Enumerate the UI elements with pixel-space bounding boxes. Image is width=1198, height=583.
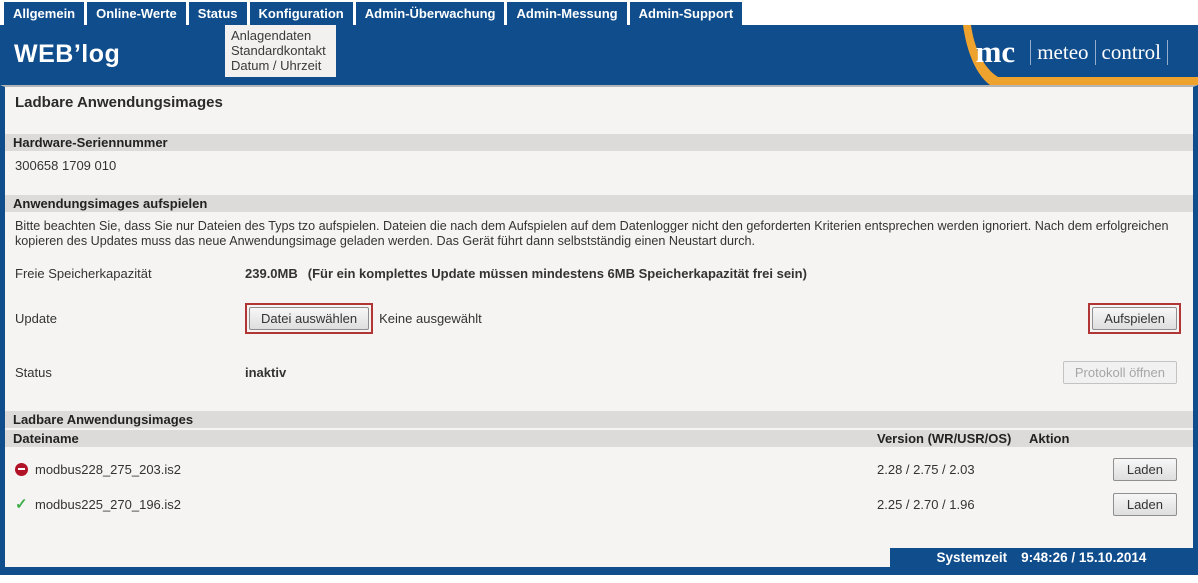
tab-admin-messung[interactable]: Admin-Messung — [507, 2, 626, 25]
tab-online-werte[interactable]: Online-Werte — [87, 2, 186, 25]
logo-separator — [1167, 40, 1168, 65]
check-icon: ✓ — [15, 498, 28, 511]
section-hardware-seriennummer: Hardware-Seriennummer — [5, 134, 1193, 151]
tab-allgemein[interactable]: Allgemein — [4, 2, 84, 25]
update-label: Update — [15, 311, 245, 326]
menu-item-datum-uhrzeit[interactable]: Datum / Uhrzeit — [231, 58, 326, 73]
content-area: Ladbare Anwendungsimages Hardware-Serien… — [0, 85, 1198, 567]
tab-status[interactable]: Status — [189, 2, 247, 25]
logo-word-control: control — [1102, 40, 1161, 65]
section-anwendungsimages-aufspielen: Anwendungsimages aufspielen — [5, 195, 1193, 212]
tab-admin-support[interactable]: Admin-Support — [630, 2, 743, 25]
status-row: Status inaktiv Protokoll öffnen — [15, 361, 1193, 384]
main-nav: Allgemein Online-Werte Status Konfigurat… — [0, 0, 1198, 25]
system-time-label: Systemzeit — [937, 550, 1008, 565]
logo-separator — [1095, 40, 1096, 65]
column-header-aktion: Aktion — [1029, 431, 1193, 446]
load-image-button[interactable]: Laden — [1113, 458, 1177, 481]
table-row: ✓ modbus225_270_196.is2 2.25 / 2.70 / 1.… — [5, 491, 1193, 517]
image-filename: modbus228_275_203.is2 — [35, 462, 181, 477]
image-filename: modbus225_270_196.is2 — [35, 497, 181, 512]
meteocontrol-logo: mc meteo control — [976, 38, 1174, 66]
annotation-box: Aufspielen — [1088, 303, 1181, 334]
file-selection-status: Keine ausgewählt — [379, 311, 482, 326]
bottom-blue-bar — [0, 567, 1198, 575]
logo-separator — [1030, 40, 1031, 65]
free-space-row: Freie Speicherkapazität 239.0MB (Für ein… — [15, 266, 1193, 281]
file-select-button[interactable]: Datei auswählen — [249, 307, 369, 330]
free-space-label: Freie Speicherkapazität — [15, 266, 245, 281]
menu-item-anlagendaten[interactable]: Anlagendaten — [231, 28, 326, 43]
annotation-box: Datei auswählen — [245, 303, 373, 334]
section-ladbare-anwendungsimages: Ladbare Anwendungsimages — [5, 411, 1193, 428]
table-header-row: Dateiname Version (WR/USR/OS) Aktion — [5, 430, 1193, 447]
upload-button[interactable]: Aufspielen — [1092, 307, 1177, 330]
page-title: Ladbare Anwendungsimages — [15, 94, 1193, 111]
hardware-serial-value: 300658 1709 010 — [15, 158, 1193, 173]
column-header-version: Version (WR/USR/OS) — [877, 431, 1029, 446]
logo-mc-glyph: mc — [976, 38, 1016, 66]
update-row: Update Datei auswählen Keine ausgewählt … — [15, 303, 1193, 334]
status-value: inaktiv — [245, 365, 286, 380]
upload-notice-text: Bitte beachten Sie, dass Sie nur Dateien… — [15, 219, 1183, 249]
column-header-dateiname: Dateiname — [5, 431, 877, 446]
free-space-value: 239.0MB — [245, 266, 298, 281]
table-row: modbus228_275_203.is2 2.28 / 2.75 / 2.03… — [5, 456, 1193, 482]
system-time-box: Systemzeit 9:48:26 / 15.10.2014 — [890, 548, 1193, 567]
weblog-page: Allgemein Online-Werte Status Konfigurat… — [0, 0, 1198, 583]
open-protocol-button[interactable]: Protokoll öffnen — [1063, 361, 1177, 384]
image-version: 2.25 / 2.70 / 1.96 — [877, 497, 1029, 512]
app-header: WEB’log mc meteo control — [0, 25, 1198, 85]
image-version: 2.28 / 2.75 / 2.03 — [877, 462, 1029, 477]
load-image-button[interactable]: Laden — [1113, 493, 1177, 516]
app-title: WEB’log — [14, 40, 120, 69]
logo-word-meteo: meteo — [1037, 40, 1088, 65]
konfiguration-dropdown-menu: Anlagendaten Standardkontakt Datum / Uhr… — [225, 25, 336, 77]
status-label: Status — [15, 365, 245, 380]
free-space-hint: (Für ein komplettes Update müssen mindes… — [308, 266, 807, 281]
tab-admin-ueberwachung[interactable]: Admin-Überwachung — [356, 2, 505, 25]
blocked-icon — [15, 463, 28, 476]
tab-konfiguration[interactable]: Konfiguration — [250, 2, 353, 25]
system-time-value: 9:48:26 / 15.10.2014 — [1021, 550, 1146, 565]
menu-item-standardkontakt[interactable]: Standardkontakt — [231, 43, 326, 58]
